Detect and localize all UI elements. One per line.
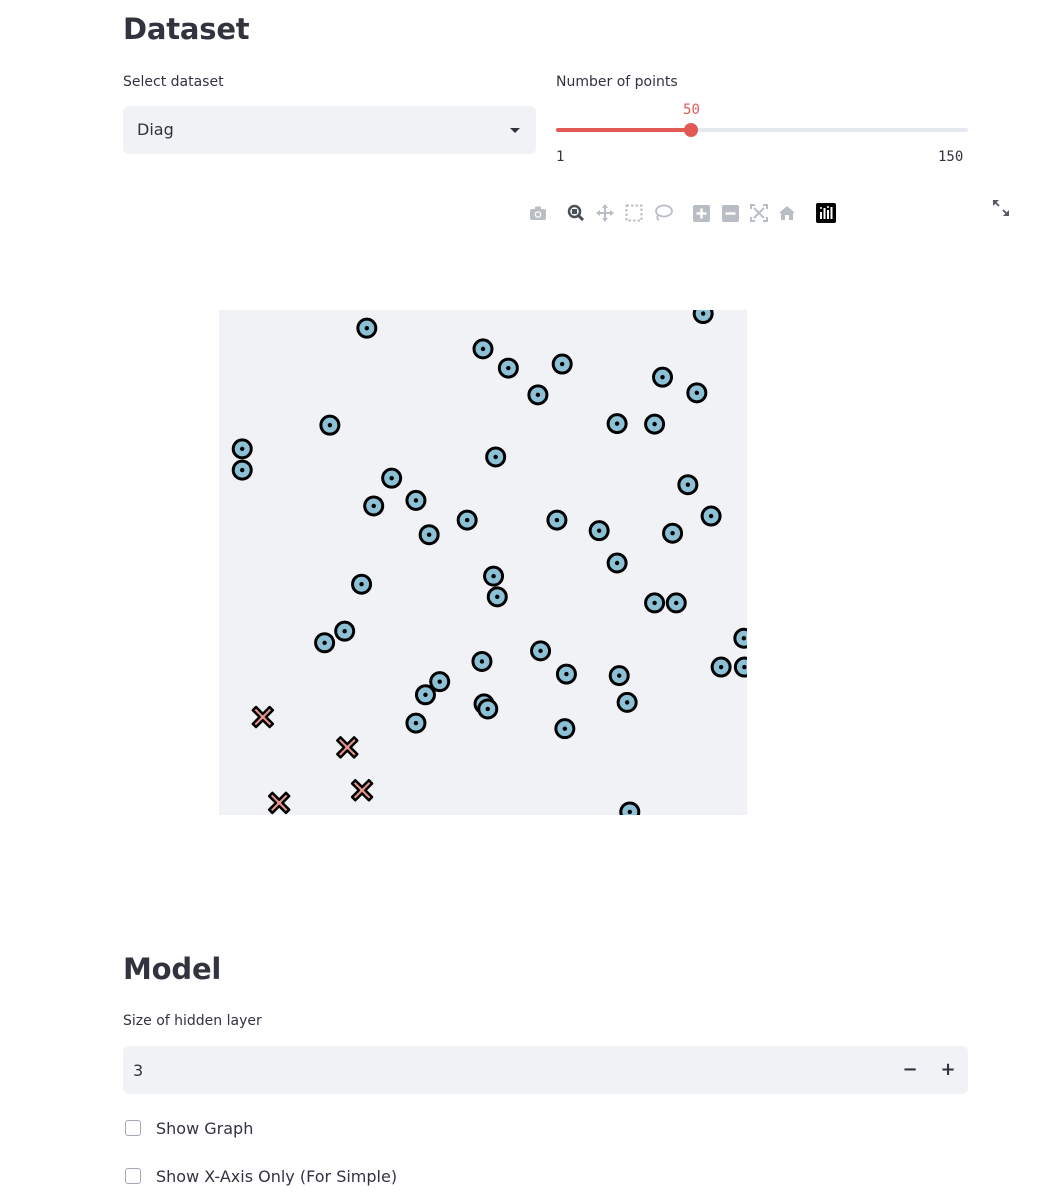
data-point-circle[interactable] xyxy=(483,565,505,587)
data-point-circle[interactable] xyxy=(665,592,687,614)
data-point-circle[interactable] xyxy=(334,620,356,642)
plotly-logo-icon[interactable] xyxy=(815,202,837,224)
number-of-points-label: Number of points xyxy=(556,74,678,90)
show-x-axis-label: Show X-Axis Only (For Simple) xyxy=(156,1166,398,1186)
slider-current-value: 50 xyxy=(683,102,700,118)
select-dataset-label: Select dataset xyxy=(123,74,224,90)
show-graph-label: Show Graph xyxy=(156,1118,254,1138)
data-point-circle[interactable] xyxy=(733,656,755,678)
show-graph-checkbox[interactable] xyxy=(125,1120,141,1136)
data-point-circle[interactable] xyxy=(418,524,440,546)
chevron-down-icon xyxy=(510,128,520,133)
dataset-select-value: Diag xyxy=(137,120,174,139)
data-point-circle[interactable] xyxy=(606,552,628,574)
data-point-circle[interactable] xyxy=(608,665,630,687)
scatter-plot-canvas[interactable] xyxy=(219,303,755,823)
data-point-circle[interactable] xyxy=(700,505,722,527)
data-point-circle[interactable] xyxy=(472,338,494,360)
data-point-circle[interactable] xyxy=(486,586,508,608)
data-point-circle[interactable] xyxy=(351,573,373,595)
data-point-circle[interactable] xyxy=(231,459,253,481)
data-point-circle[interactable] xyxy=(652,366,674,388)
data-point-circle[interactable] xyxy=(471,650,493,672)
data-point-circle[interactable] xyxy=(527,384,549,406)
data-point-circle[interactable] xyxy=(555,663,577,685)
fullscreen-icon[interactable] xyxy=(990,197,1012,219)
box-select-icon[interactable] xyxy=(623,202,645,224)
data-point-circle[interactable] xyxy=(710,656,732,678)
data-point-circle[interactable] xyxy=(405,712,427,734)
data-point-circle[interactable] xyxy=(644,592,666,614)
dataset-heading: Dataset xyxy=(123,12,250,46)
data-point-circle[interactable] xyxy=(677,474,699,496)
data-point-circle[interactable] xyxy=(546,509,568,531)
data-point-circle[interactable] xyxy=(554,718,576,740)
zoom-in-icon[interactable] xyxy=(690,202,712,224)
pan-icon[interactable] xyxy=(594,202,616,224)
hidden-layer-size-input[interactable]: 3 − + xyxy=(123,1046,968,1094)
data-point-circle[interactable] xyxy=(477,698,499,720)
slider-fill xyxy=(556,128,692,132)
model-heading: Model xyxy=(123,952,222,986)
data-point-circle[interactable] xyxy=(530,640,552,662)
decrement-button[interactable]: − xyxy=(898,1058,922,1082)
data-point-circle[interactable] xyxy=(497,357,519,379)
slider-max-label: 150 xyxy=(938,149,964,165)
data-point-circle[interactable] xyxy=(588,520,610,542)
autoscale-icon[interactable] xyxy=(748,202,770,224)
camera-icon[interactable] xyxy=(527,202,549,224)
data-point-circle[interactable] xyxy=(644,413,666,435)
data-point-circle[interactable] xyxy=(414,684,436,706)
data-point-circle[interactable] xyxy=(485,446,507,468)
data-point-circle[interactable] xyxy=(356,317,378,339)
data-point-circle[interactable] xyxy=(662,522,684,544)
zoom-out-icon[interactable] xyxy=(719,202,741,224)
show-graph-checkbox-row[interactable]: Show Graph xyxy=(125,1117,253,1139)
data-point-circle[interactable] xyxy=(606,413,628,435)
data-point-circle[interactable] xyxy=(319,414,341,436)
data-point-circle[interactable] xyxy=(381,467,403,489)
dataset-select[interactable]: Diag xyxy=(123,106,536,154)
data-point-circle[interactable] xyxy=(314,632,336,654)
slider-thumb[interactable] xyxy=(684,123,699,137)
zoom-icon[interactable] xyxy=(565,202,587,224)
data-point-circle[interactable] xyxy=(686,382,708,404)
data-point-circle[interactable] xyxy=(692,303,714,325)
data-point-circle[interactable] xyxy=(733,627,755,649)
data-point-circle[interactable] xyxy=(551,353,573,375)
reset-axes-icon[interactable] xyxy=(776,202,798,224)
hidden-layer-size-label: Size of hidden layer xyxy=(123,1013,262,1029)
data-point-circle[interactable] xyxy=(619,801,641,823)
increment-button[interactable]: + xyxy=(936,1058,960,1082)
lasso-select-icon[interactable] xyxy=(652,202,674,224)
data-point-circle[interactable] xyxy=(231,438,253,460)
hidden-layer-size-value[interactable]: 3 xyxy=(133,1061,143,1080)
data-point-circle[interactable] xyxy=(616,691,638,713)
data-point-circle[interactable] xyxy=(363,495,385,517)
slider-min-label: 1 xyxy=(556,149,565,165)
data-point-circle[interactable] xyxy=(456,509,478,531)
scatter-plot[interactable] xyxy=(219,303,755,823)
data-point-circle[interactable] xyxy=(405,489,427,511)
show-x-axis-checkbox[interactable] xyxy=(125,1168,141,1184)
show-x-axis-checkbox-row[interactable]: Show X-Axis Only (For Simple) xyxy=(125,1165,397,1187)
